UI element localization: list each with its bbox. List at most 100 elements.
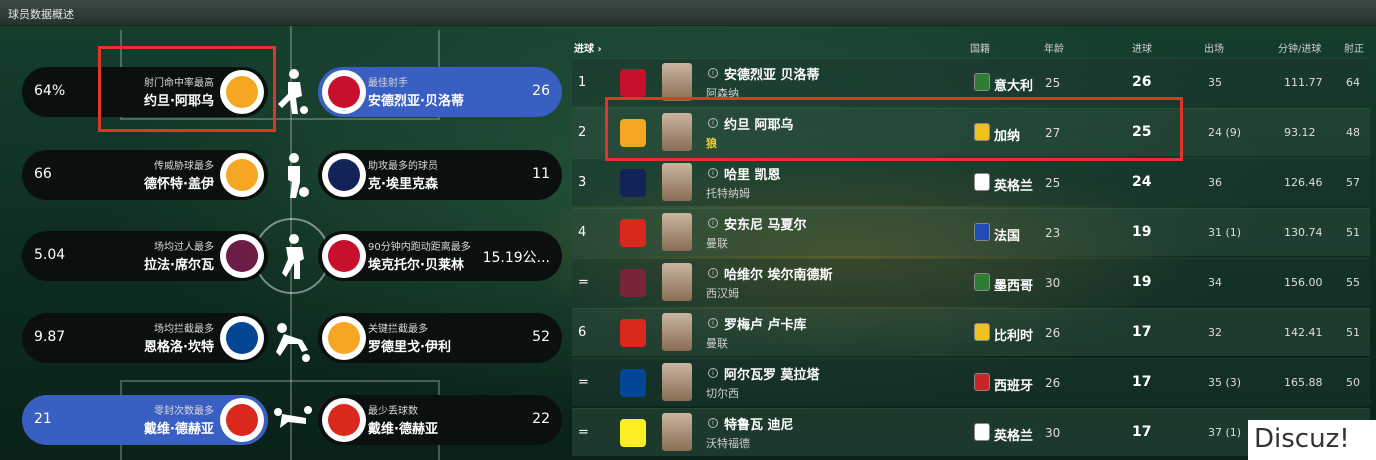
- info-icon[interactable]: i: [708, 168, 718, 178]
- club-badge-icon[interactable]: [620, 69, 646, 97]
- player-shots: 55: [1346, 276, 1360, 289]
- player-age: 26: [1045, 326, 1061, 340]
- player-mpg: 142.41: [1284, 326, 1323, 339]
- info-icon[interactable]: i: [708, 418, 718, 428]
- player-apps: 36: [1208, 176, 1222, 189]
- header-goals[interactable]: 进球: [1132, 40, 1152, 55]
- arsenal-badge-icon: [322, 70, 366, 114]
- player-shots: 50: [1346, 376, 1360, 389]
- player-name[interactable]: 罗梅卢 卢卡库: [724, 314, 807, 333]
- player-nation[interactable]: 比利时: [994, 325, 1033, 344]
- stat-player: 埃克托尔·贝莱林: [368, 258, 464, 273]
- table-row[interactable]: = i 阿尔瓦罗 莫拉塔 切尔西 西班牙 26 17 35 (3) 165.88 50: [572, 358, 1370, 406]
- stat-goals-conceded[interactable]: 最少丢球数 戴维·德赫亚 22: [318, 395, 562, 445]
- player-goals: 17: [1132, 424, 1152, 440]
- player-name[interactable]: 阿尔瓦罗 莫拉塔: [724, 364, 820, 383]
- player-name[interactable]: 哈维尔 埃尔南德斯: [724, 264, 833, 283]
- info-icon[interactable]: i: [708, 318, 718, 328]
- club-badge-icon[interactable]: [620, 319, 646, 347]
- title-bar: 球员数据概述: [0, 0, 1376, 26]
- stat-value: 64%: [34, 83, 66, 99]
- player-nation[interactable]: 墨西哥: [994, 275, 1033, 294]
- stat-value: 9.87: [34, 329, 66, 345]
- man-utd-badge-icon: [322, 398, 366, 442]
- player-age: 30: [1045, 276, 1061, 290]
- club-badge-icon[interactable]: [620, 419, 646, 447]
- player-age: 26: [1045, 376, 1061, 390]
- info-icon[interactable]: i: [708, 218, 718, 228]
- player-photo[interactable]: [662, 213, 692, 251]
- stat-caption: 最佳射手: [368, 78, 408, 89]
- chelsea-badge-icon: [220, 316, 264, 360]
- highlight-box-shot-accuracy: [98, 46, 276, 132]
- info-icon[interactable]: i: [708, 368, 718, 378]
- player-shots: 51: [1346, 226, 1360, 239]
- row-rank: =: [578, 375, 589, 390]
- table-row[interactable]: 6 i 罗梅卢 卢卡库 曼联 比利时 26 17 32 142.41 51: [572, 308, 1370, 356]
- stat-caption: 90分钟内跑动距离最多: [368, 242, 471, 253]
- player-photo[interactable]: [662, 363, 692, 401]
- stat-caption: 助攻最多的球员: [368, 161, 438, 172]
- player-club[interactable]: 切尔西: [706, 385, 739, 401]
- nation-flag-icon: [974, 173, 990, 191]
- table-row[interactable]: = i 哈维尔 埃尔南德斯 西汉姆 墨西哥 30 19 34 156.00 55: [572, 258, 1370, 306]
- player-running-icon: [274, 233, 314, 281]
- nation-flag-icon: [974, 423, 990, 441]
- stat-most-assists[interactable]: 助攻最多的球员 克·埃里克森 11: [318, 150, 562, 200]
- player-club[interactable]: 曼联: [706, 235, 728, 251]
- club-badge-icon[interactable]: [620, 219, 646, 247]
- stat-caption: 场均过人最多: [154, 242, 214, 253]
- stat-threatening-passes[interactable]: 66 传威胁球最多 德怀特·盖伊: [22, 150, 268, 200]
- player-club[interactable]: 曼联: [706, 335, 728, 351]
- header-shots[interactable]: 射正: [1344, 40, 1364, 55]
- watermark: Discuz!: [1248, 420, 1376, 460]
- player-nation[interactable]: 英格兰: [994, 425, 1033, 444]
- header-mpg[interactable]: 分钟/进球: [1278, 40, 1321, 55]
- header-age[interactable]: 年龄: [1044, 40, 1064, 55]
- info-icon[interactable]: i: [708, 268, 718, 278]
- player-photo[interactable]: [662, 313, 692, 351]
- player-photo[interactable]: [662, 63, 692, 101]
- header-nation[interactable]: 国籍: [970, 40, 990, 55]
- row-rank: 3: [578, 175, 587, 190]
- player-nation[interactable]: 意大利: [994, 75, 1033, 94]
- stat-key-tackles[interactable]: 关键拦截最多 罗德里戈·伊利 52: [318, 313, 562, 363]
- info-icon[interactable]: i: [708, 68, 718, 78]
- player-apps: 34: [1208, 276, 1222, 289]
- club-badge-icon[interactable]: [620, 169, 646, 197]
- player-age: 23: [1045, 226, 1061, 240]
- stat-value: 15.19公...: [482, 250, 550, 266]
- player-club[interactable]: 托特纳姆: [706, 185, 750, 201]
- player-photo[interactable]: [662, 163, 692, 201]
- player-name[interactable]: 哈里 凯恩: [724, 164, 781, 183]
- nation-flag-icon: [974, 73, 990, 91]
- player-nation[interactable]: 法国: [994, 225, 1020, 244]
- club-badge-icon[interactable]: [620, 269, 646, 297]
- club-badge-icon[interactable]: [620, 369, 646, 397]
- stat-value: 26: [532, 83, 550, 99]
- player-club[interactable]: 西汉姆: [706, 285, 739, 301]
- player-goals: 19: [1132, 274, 1152, 290]
- goals-table-link[interactable]: 进球 ›: [574, 40, 602, 55]
- player-name[interactable]: 安德烈亚 贝洛蒂: [724, 64, 820, 83]
- player-photo[interactable]: [662, 413, 692, 451]
- nation-flag-icon: [974, 323, 990, 341]
- stat-clean-sheets[interactable]: 21 零封次数最多 戴维·德赫亚: [22, 395, 268, 445]
- player-nation[interactable]: 西班牙: [994, 375, 1033, 394]
- stat-player: 克·埃里克森: [368, 177, 438, 192]
- stat-top-scorer[interactable]: 最佳射手 安德烈亚·贝洛蒂 26: [318, 67, 562, 117]
- stat-caption: 最少丢球数: [368, 406, 418, 417]
- stat-distance[interactable]: 90分钟内跑动距离最多 埃克托尔·贝莱林 15.19公...: [318, 231, 562, 281]
- player-name[interactable]: 特鲁瓦 迪尼: [724, 414, 794, 433]
- player-name[interactable]: 安东尼 马夏尔: [724, 214, 807, 233]
- stat-interceptions[interactable]: 9.87 场均拦截最多 恩格洛·坎特: [22, 313, 268, 363]
- player-club[interactable]: 沃特福德: [706, 435, 750, 451]
- player-goals: 24: [1132, 174, 1152, 190]
- stat-caption: 传威胁球最多: [154, 161, 214, 172]
- stat-dribbles[interactable]: 5.04 场均过人最多 拉法·席尔瓦: [22, 231, 268, 281]
- player-nation[interactable]: 英格兰: [994, 175, 1033, 194]
- player-photo[interactable]: [662, 263, 692, 301]
- header-apps[interactable]: 出场: [1204, 40, 1224, 55]
- table-row[interactable]: 3 i 哈里 凯恩 托特纳姆 英格兰 25 24 36 126.46 57: [572, 158, 1370, 206]
- table-row[interactable]: 4 i 安东尼 马夏尔 曼联 法国 23 19 31 (1) 130.74 51: [572, 208, 1370, 256]
